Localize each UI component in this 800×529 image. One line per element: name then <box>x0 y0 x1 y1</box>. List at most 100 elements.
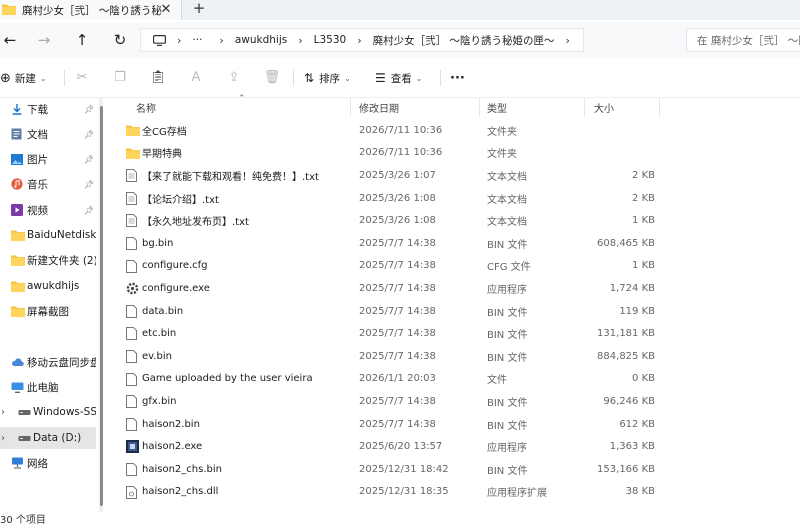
column-divider[interactable] <box>479 98 480 116</box>
navigation-pane: 下载📌︎ 文档📌︎ 图片📌︎ 音乐📌︎ 视频📌︎ BaiduNetdiskD 新建文件夹 (… <box>0 98 100 512</box>
file-date: 2025/7/7 14:38 <box>359 418 436 430</box>
picture-icon <box>11 153 23 165</box>
file-date: 2026/1/1 20:03 <box>359 373 436 385</box>
breadcrumb-more[interactable]: ··· <box>192 34 202 46</box>
file-type: BIN 文件 <box>487 465 528 477</box>
sidebar-item-label: 网络 <box>27 457 48 470</box>
file-size <box>580 142 655 165</box>
file-type: BIN 文件 <box>487 397 528 409</box>
file-name: configure.cfg <box>142 260 208 272</box>
file-type: 应用程序 <box>487 284 527 296</box>
copy-icon[interactable]: ❐ <box>110 68 130 88</box>
delete-icon[interactable]: 🗑︎ <box>262 68 282 88</box>
sidebar-scrollbar-thumb[interactable] <box>100 106 103 506</box>
forward-button[interactable]: → <box>34 30 54 50</box>
file-size: 884,825 KB <box>597 350 655 362</box>
breadcrumb-item[interactable]: awukdhijs <box>235 34 287 46</box>
file-row[interactable]: 【来了就能下载和观看！纯免费！】.txt 2025/3/26 1:07 文本文档 2 … <box>110 164 800 187</box>
cut-icon[interactable]: ✂ <box>72 68 92 88</box>
sidebar-item[interactable]: 下载 📌︎ <box>0 98 96 120</box>
file-row[interactable]: etc.bin 2025/7/7 14:38 BIN 文件 131,181 KB <box>110 322 800 345</box>
file-size: 1,724 KB <box>609 282 655 294</box>
chevron-down-icon: ⌄ <box>39 73 47 83</box>
file-type: BIN 文件 <box>487 420 528 432</box>
sidebar-item[interactable]: 移动云盘同步盘 <box>0 351 96 373</box>
sidebar-item[interactable]: › Windows-SSD <box>0 401 96 423</box>
file-row[interactable]: haison2_chs.bin 2025/12/31 18:42 BIN 文件 153… <box>110 458 800 481</box>
toolbar-divider <box>64 70 65 86</box>
sidebar-item[interactable]: 音乐 📌︎ <box>0 173 96 195</box>
file-icon <box>126 417 139 431</box>
view-button[interactable]: ☰ 查看 ⌄ <box>375 68 422 88</box>
file-row[interactable]: haison2.exe 2025/6/20 13:57 应用程序 1,363 KB <box>110 435 800 458</box>
file-date: 2025/7/7 14:38 <box>359 305 436 317</box>
folder-icon <box>11 229 25 241</box>
sidebar-item[interactable]: 新建文件夹 (2) <box>0 249 96 271</box>
computer-icon <box>11 382 24 393</box>
file-row[interactable]: gfx.bin 2025/7/7 14:38 BIN 文件 96,246 KB <box>110 390 800 413</box>
file-icon <box>126 463 139 476</box>
drive-icon <box>18 408 31 416</box>
file-row[interactable]: configure.cfg 2025/7/7 14:38 CFG 文件 1 KB <box>110 255 800 278</box>
file-row[interactable]: 全CG存档 2026/7/11 10:36 文件夹 <box>110 119 800 142</box>
new-tab-button[interactable]: + <box>190 0 208 18</box>
file-row[interactable]: configure.exe 2025/7/7 14:38 应用程序 1,724 KB <box>110 277 800 300</box>
file-row[interactable]: data.bin 2025/7/7 14:38 BIN 文件 119 KB <box>110 300 800 323</box>
file-row[interactable]: ev.bin 2025/7/7 14:38 BIN 文件 884,825 KB <box>110 345 800 368</box>
new-button[interactable]: ⊕ 新建 ⌄ <box>0 68 47 88</box>
sidebar-item[interactable]: 视频 📌︎ <box>0 199 96 221</box>
sidebar-item[interactable]: BaiduNetdiskD <box>0 224 96 246</box>
status-bar: 30 个项目 <box>0 512 800 529</box>
more-options-button[interactable]: ··· <box>450 68 465 88</box>
sidebar-item[interactable]: 屏幕截图 <box>0 300 96 322</box>
dll-file-icon <box>126 485 139 499</box>
sidebar-item[interactable]: 此电脑 <box>0 376 96 398</box>
file-size: 2 KB <box>632 169 655 181</box>
file-icon <box>126 304 139 318</box>
sidebar-item-label: Data (D:) <box>33 432 82 444</box>
chevron-right-icon[interactable]: › <box>1 407 5 418</box>
pin-icon: 📌︎ <box>84 129 95 139</box>
file-row[interactable]: haison2_chs.dll 2025/12/31 18:35 应用程序扩展 38 … <box>110 481 800 504</box>
file-type: 文本文档 <box>487 194 527 206</box>
breadcrumb-item[interactable]: L3530 <box>314 34 347 46</box>
file-date: 2025/12/31 18:35 <box>359 486 449 498</box>
sidebar-item[interactable]: awukdhijs <box>0 275 96 297</box>
file-name: haison2_chs.dll <box>142 486 219 498</box>
chevron-right-icon[interactable]: › <box>1 433 5 444</box>
sidebar-item[interactable]: 文档 📌︎ <box>0 123 96 145</box>
address-bar[interactable]: › ··· › awukdhijs › L3530 › 廃村少女［弐］ ～陰り誘… <box>140 28 584 52</box>
column-divider[interactable] <box>584 98 585 116</box>
paste-icon[interactable]: 📋︎ <box>148 68 168 88</box>
sidebar-item[interactable]: 网络 <box>0 452 96 474</box>
file-icon <box>126 259 139 273</box>
network-icon <box>11 457 24 469</box>
column-header-date[interactable]: 修改日期 <box>359 98 399 116</box>
column-header-size[interactable]: 大小 <box>594 98 614 116</box>
file-row[interactable]: 早期特典 2026/7/11 10:36 文件夹 <box>110 142 800 165</box>
file-row[interactable]: 【论坛介绍】.txt 2025/3/26 1:08 文本文档 2 KB <box>110 187 800 210</box>
search-input[interactable]: 在 廃村少女［弐］ ～陰り誘う... <box>686 28 800 52</box>
column-header-type[interactable]: 类型 <box>487 98 507 116</box>
column-header-name[interactable]: 名称 <box>136 98 156 116</box>
tab-active[interactable]: 廃村少女［弐］ ～陰り誘う秘 ✕ <box>0 0 182 20</box>
refresh-button[interactable]: ↻ <box>110 30 130 50</box>
sidebar-item[interactable]: 图片 📌︎ <box>0 148 96 170</box>
file-row[interactable]: bg.bin 2025/7/7 14:38 BIN 文件 608,465 KB <box>110 232 800 255</box>
file-row[interactable]: 【永久地址发布页】.txt 2025/3/26 1:08 文本文档 1 KB <box>110 209 800 232</box>
breadcrumb-item[interactable]: 廃村少女［弐］ ～陰り誘う秘姫の匣～ <box>373 33 555 48</box>
rename-icon[interactable]: Ａ <box>186 68 206 88</box>
column-divider[interactable] <box>659 98 660 116</box>
sidebar-item[interactable]: › Data (D:) <box>0 427 96 449</box>
up-button[interactable]: ↑ <box>72 30 92 50</box>
column-divider[interactable] <box>350 98 351 116</box>
file-date: 2026/7/11 10:36 <box>359 147 443 159</box>
file-row[interactable]: haison2.bin 2025/7/7 14:38 BIN 文件 612 KB <box>110 413 800 436</box>
file-type: BIN 文件 <box>487 330 528 342</box>
sort-button[interactable]: ⇅ 排序 ⌄ <box>304 68 351 88</box>
share-icon[interactable]: ⇪ <box>224 68 244 88</box>
file-name: 全CG存档 <box>142 126 187 138</box>
file-row[interactable]: Game uploaded by the user vieira 2026/1/1… <box>110 368 800 391</box>
close-icon[interactable]: ✕ <box>158 2 174 18</box>
back-button[interactable]: ← <box>0 30 20 50</box>
